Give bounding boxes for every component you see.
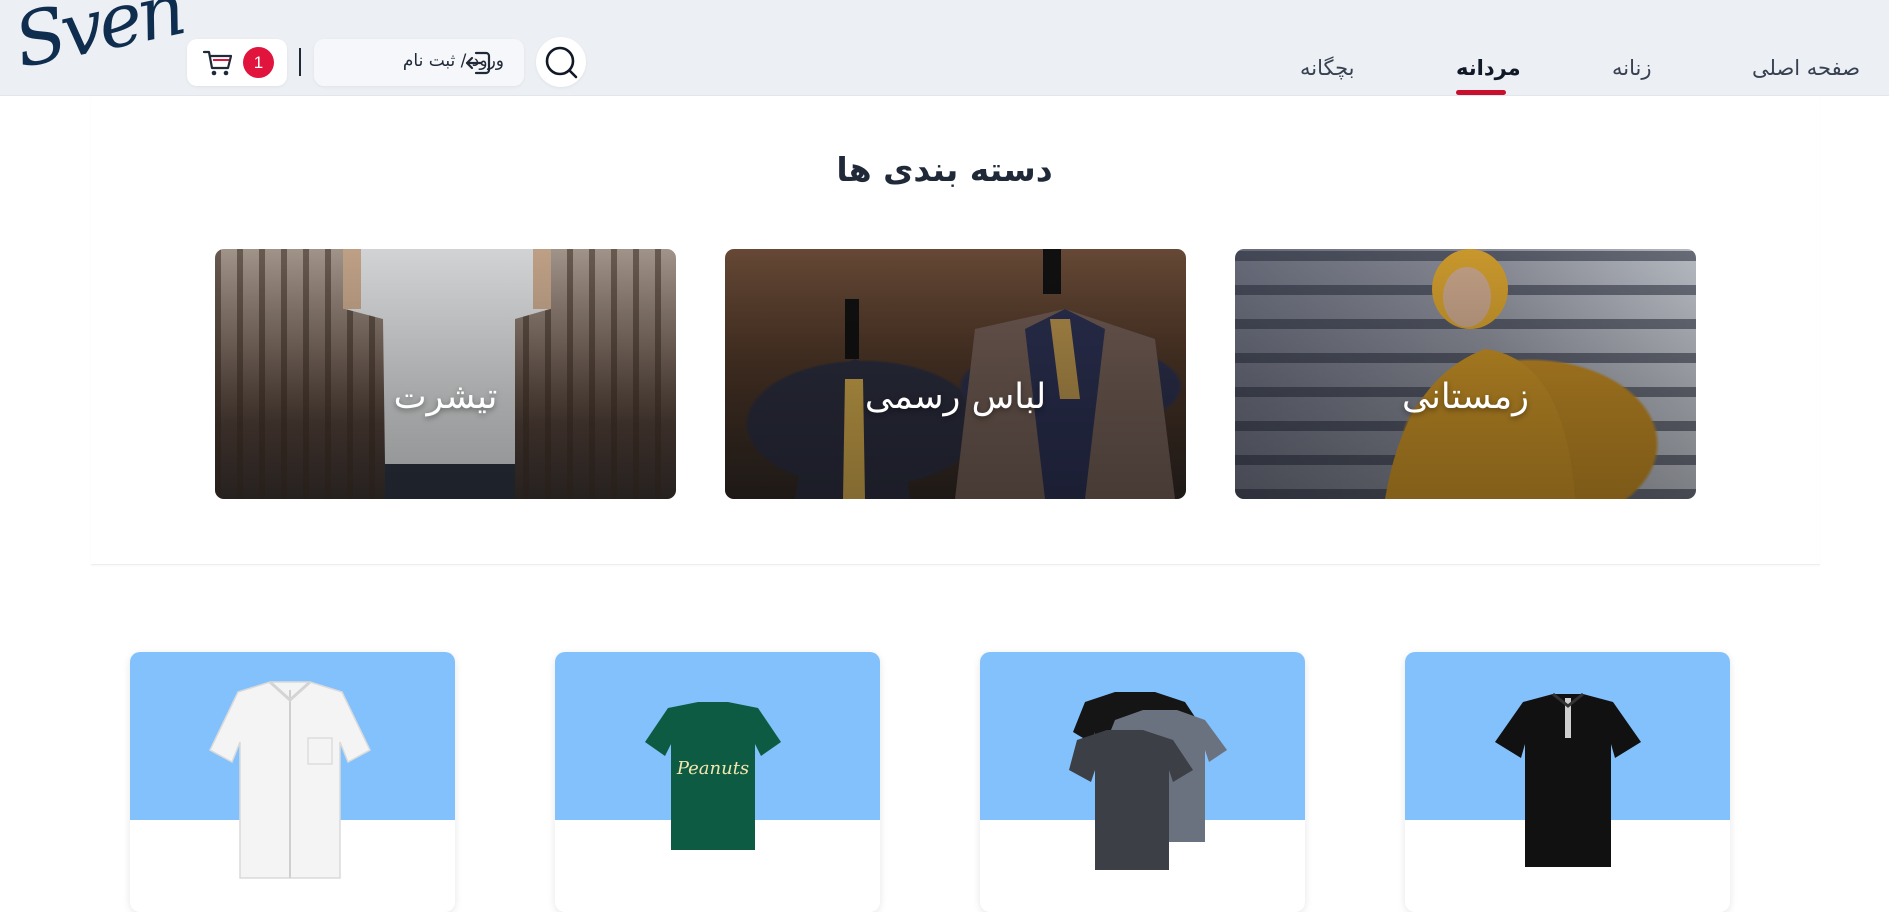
nav-active-indicator [1456, 90, 1506, 95]
tshirt-print-text: Peanuts [676, 758, 749, 779]
cart-button[interactable]: 1 [187, 39, 287, 86]
category-overlay [1235, 249, 1696, 499]
nav-home[interactable]: صفحه اصلی [1752, 56, 1860, 80]
grey-tshirt-pack-image [1069, 692, 1227, 870]
category-card-tshirt[interactable]: تیشرت [215, 249, 676, 499]
category-overlay [725, 249, 1186, 499]
product-card[interactable] [130, 652, 455, 912]
category-label: تیشرت [393, 377, 498, 417]
login-icon [465, 51, 491, 75]
cart-count-badge: 1 [243, 47, 274, 78]
site-logo[interactable]: Sven [7, 0, 189, 85]
category-card-winter[interactable]: زمستانی [1235, 249, 1696, 499]
category-label: زمستانی [1401, 377, 1529, 417]
search-button[interactable] [536, 37, 586, 87]
header-divider [299, 48, 301, 76]
nav-kids[interactable]: بچگانه [1300, 56, 1355, 80]
login-register-button[interactable]: ورود / ثبت نام [314, 39, 524, 86]
nav-men[interactable]: مردانه [1456, 56, 1521, 80]
search-icon [545, 46, 578, 79]
site-header: Sven 1 ورود / ثبت نام صفحه اصلی زنانه مر… [0, 0, 1889, 96]
black-polo-shirt-image [1495, 692, 1641, 867]
white-button-shirt-image [209, 680, 371, 879]
product-card[interactable]: Peanuts [555, 652, 880, 912]
category-label: لباس رسمی [864, 377, 1047, 417]
cart-icon [202, 50, 233, 76]
category-card-formal[interactable]: لباس رسمی [725, 249, 1186, 499]
categories-title: دسته بندی ها [836, 150, 1053, 189]
green-peanuts-tshirt-image: Peanuts [645, 702, 781, 850]
nav-women[interactable]: زنانه [1612, 56, 1652, 80]
product-card[interactable] [1405, 652, 1730, 912]
product-card[interactable] [980, 652, 1305, 912]
category-overlay [215, 249, 676, 499]
